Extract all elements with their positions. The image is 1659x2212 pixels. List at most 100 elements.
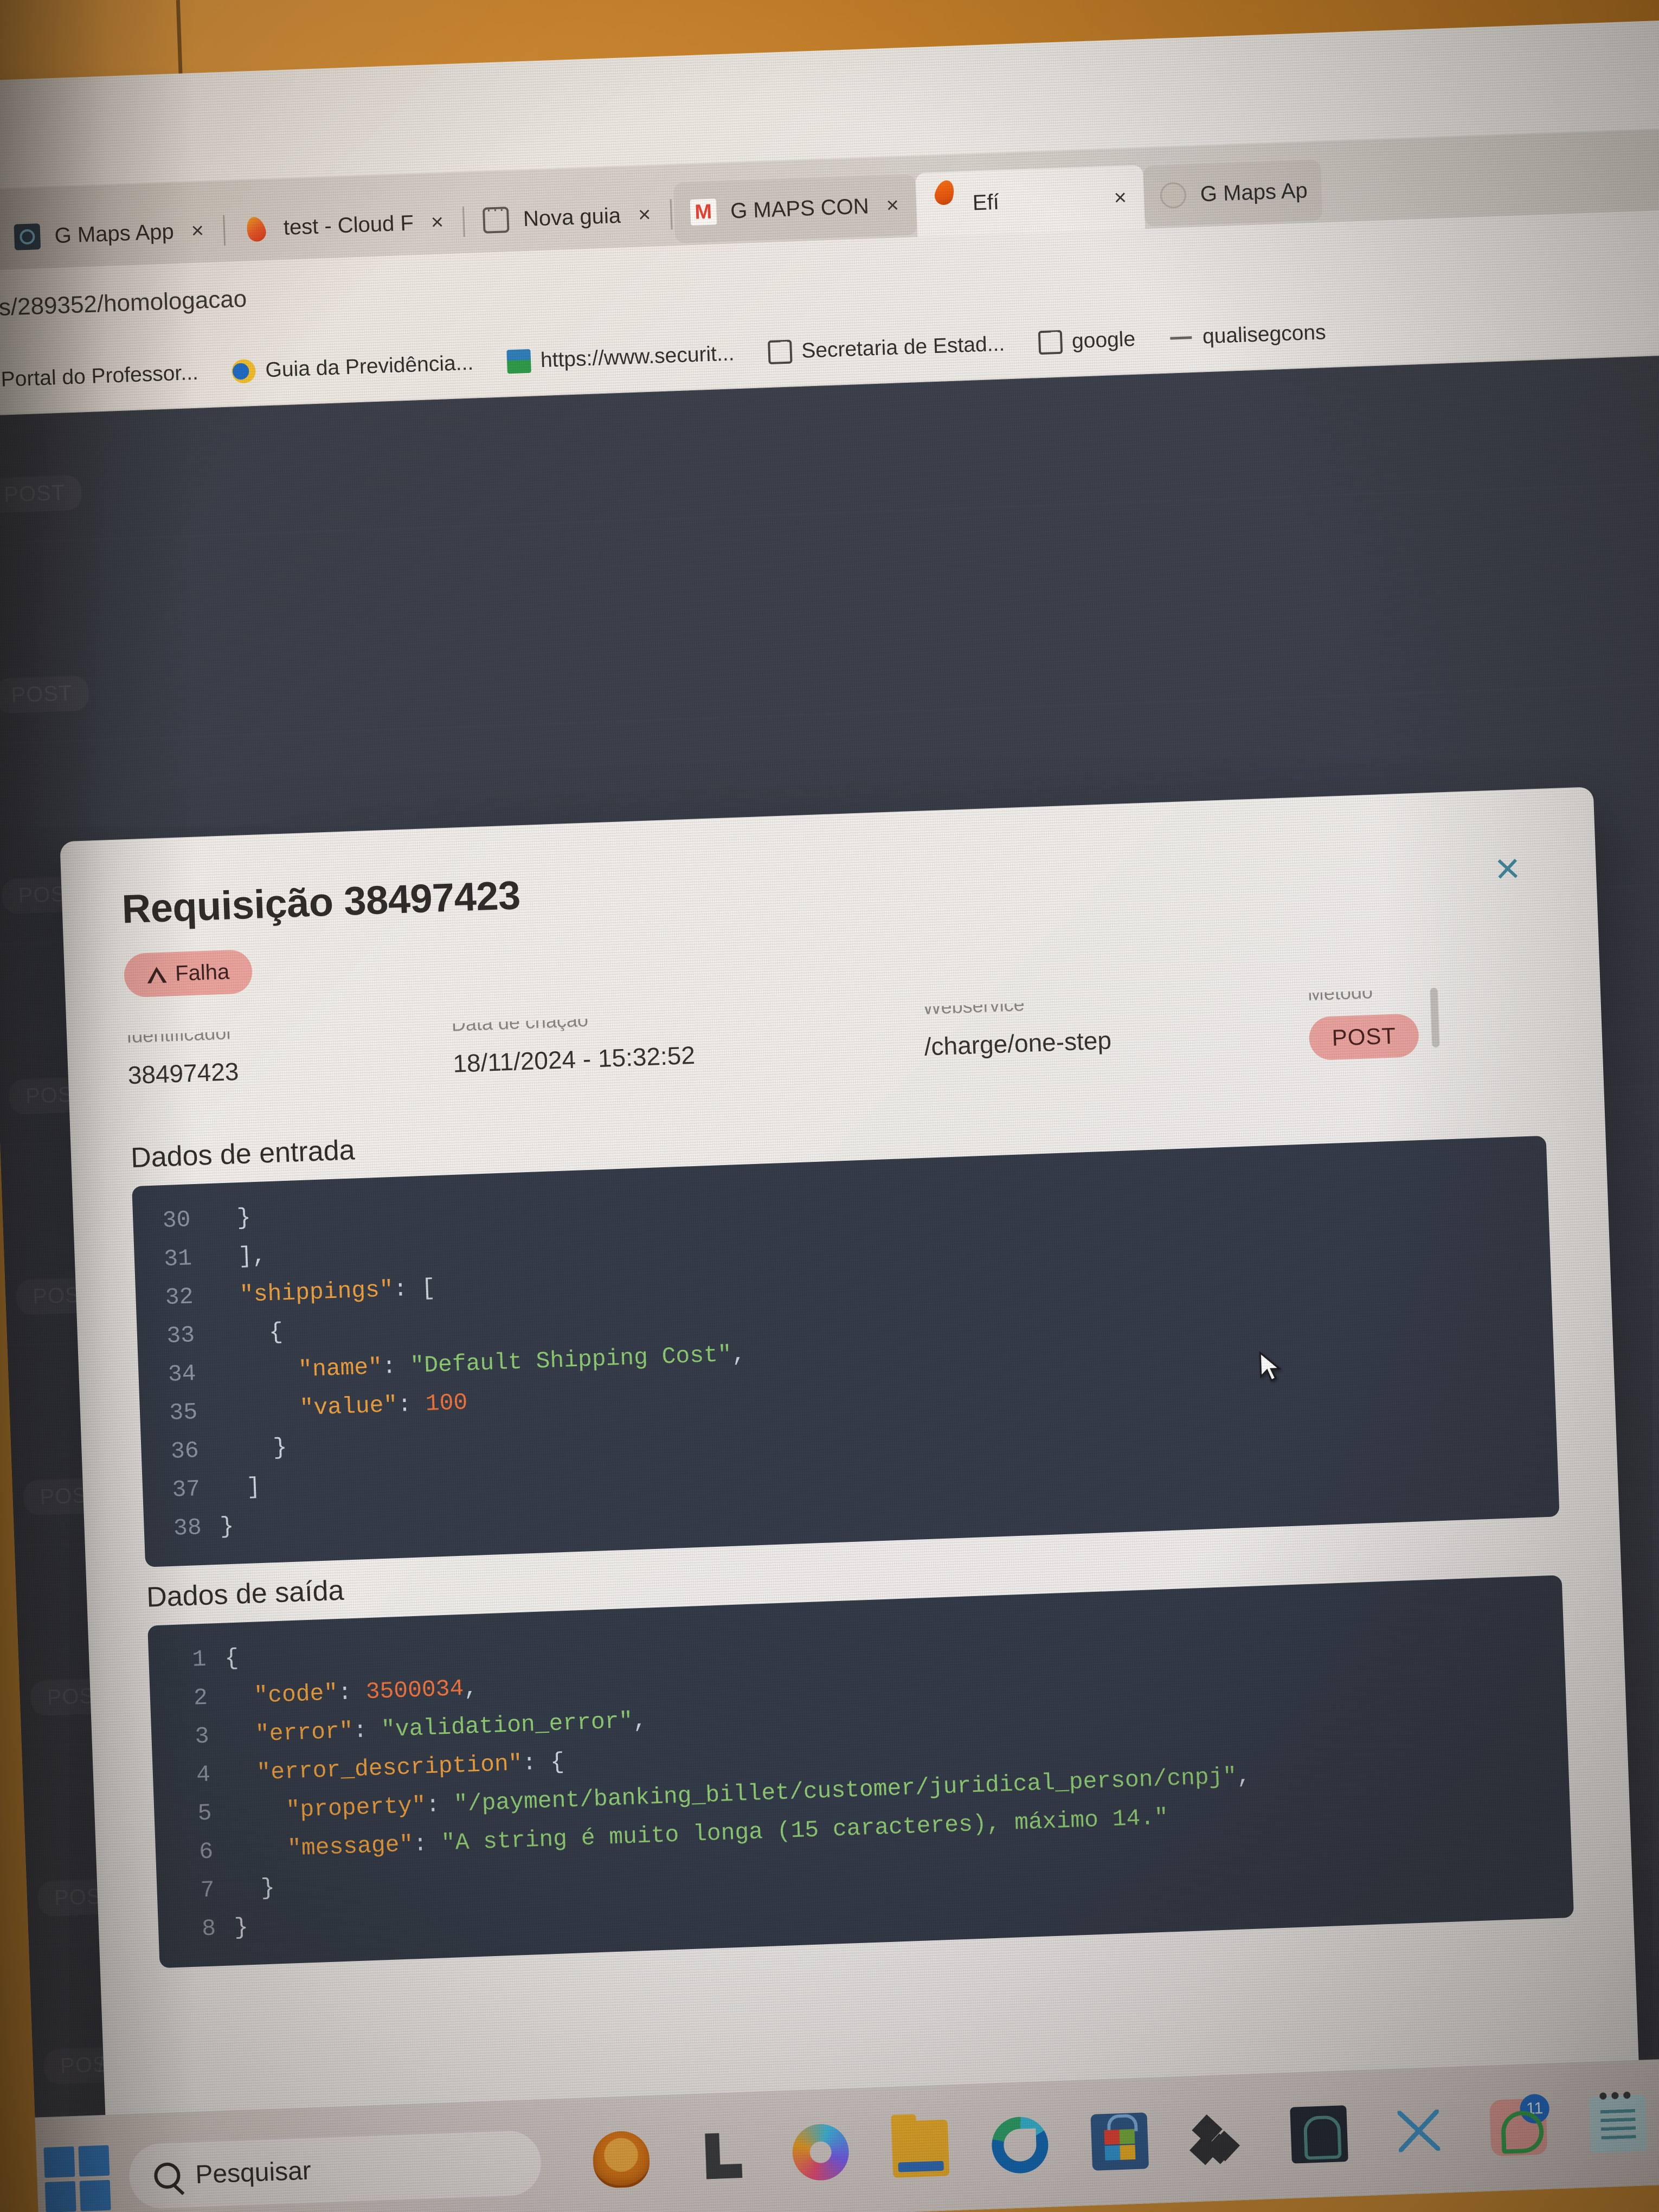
line-number: 7	[200, 1876, 215, 1904]
search-placeholder: Pesquisar	[195, 2156, 312, 2189]
tab-title: G MAPS CON	[730, 194, 870, 223]
browser-tab-test-cloud[interactable]: test - Cloud F ×	[226, 189, 462, 261]
input-code-block[interactable]: 30 } 31 ], 32 "shippings": [33 {34 "name":…	[132, 1135, 1560, 1567]
code-text: "shippings": [	[239, 1275, 436, 1309]
browser-tab-efi[interactable]: Efí ×	[915, 165, 1146, 237]
line-number: 38	[173, 1514, 202, 1542]
tab-title: Efí	[972, 190, 1000, 215]
microsoft-store-icon[interactable]	[1090, 2112, 1149, 2171]
meta-value: 18/11/2024 - 15:32:52	[452, 1040, 696, 1078]
line-number: 31	[163, 1245, 192, 1273]
efi-drop-icon	[243, 228, 269, 229]
warning-triangle-icon	[147, 966, 167, 983]
search-icon	[153, 2162, 181, 2189]
line-number: 6	[198, 1838, 214, 1866]
vscode-icon[interactable]	[1390, 2101, 1448, 2160]
bookmark-label: https://www.securit...	[540, 342, 735, 372]
taskbar-icons: 11	[592, 2093, 1648, 2189]
status-badge: Falha	[123, 949, 253, 998]
tab-title: Nova guia	[523, 203, 621, 231]
code-text: }	[216, 1434, 288, 1463]
gmaps-icon	[14, 223, 41, 250]
output-code-block[interactable]: 1 {2 "code": 3500034, 3 "error": "validati…	[147, 1575, 1574, 1969]
search-input[interactable]: Pesquisar	[128, 2130, 543, 2210]
tab-title: test - Cloud F	[283, 210, 414, 240]
close-icon[interactable]: ×	[1482, 843, 1533, 893]
dropbox-icon[interactable]	[1190, 2109, 1249, 2168]
bookmark-label: Portal do Professor...	[0, 361, 199, 391]
file-explorer-icon[interactable]	[891, 2119, 950, 2178]
photo-of-laptop-screen: × G Maps App × test - Cloud F × Nova gui…	[0, 0, 1659, 2212]
doc-icon	[1038, 330, 1063, 355]
close-icon[interactable]: ×	[427, 210, 447, 235]
line-number: 1	[191, 1645, 207, 1673]
browser-tab-gmaps-con[interactable]: G MAPS CON ×	[673, 174, 917, 244]
efi-drop-icon	[932, 190, 959, 217]
meta-metodo: Método POST	[1307, 979, 1440, 1061]
whatsapp-icon[interactable]: 11	[1489, 2093, 1550, 2157]
bookmark-qualisegcons[interactable]: qualisegcons	[1168, 320, 1326, 350]
browser-tab-gmaps-app[interactable]: G Maps App ×	[0, 198, 222, 270]
bookmark-guia-da-previdencia[interactable]: Guia da Previdência...	[231, 351, 474, 384]
brain-app-icon[interactable]	[592, 2130, 651, 2189]
tab-title: G Maps App	[54, 219, 175, 248]
meta-value: /charge/one-step	[923, 1026, 1112, 1061]
bg-method-badge: POST	[0, 474, 82, 513]
code-text: }	[219, 1513, 235, 1540]
method-badge: POST	[1308, 1013, 1420, 1061]
address-bar-url: oes/289352/homologacao	[0, 285, 247, 322]
code-text: {	[213, 1319, 284, 1348]
close-icon[interactable]: ×	[1110, 185, 1130, 210]
browser-tab-gmaps-ap[interactable]: G Maps Ap	[1142, 159, 1323, 227]
meta-value: 38497423	[127, 1057, 240, 1090]
status-badge-label: Falha	[175, 960, 230, 986]
brazil-icon	[231, 358, 256, 384]
tab-title: G Maps Ap	[1200, 178, 1308, 206]
code-text: "code": 3500034,	[253, 1674, 478, 1709]
bookmark-label: Guia da Previdência...	[265, 351, 474, 382]
close-icon[interactable]: ×	[634, 202, 654, 227]
line-number: 37	[171, 1475, 201, 1503]
notification-badge: 11	[1519, 2093, 1550, 2124]
microsoft-edge-icon[interactable]	[991, 2115, 1050, 2175]
browser-tab-nova-guia[interactable]: Nova guia ×	[466, 182, 669, 253]
bookmark-portal-do-professor[interactable]: Portal do Professor...	[0, 361, 198, 393]
line-number: 5	[197, 1799, 213, 1827]
code-text: }	[232, 1874, 275, 1903]
gmail-icon	[690, 198, 717, 226]
line-number: 34	[168, 1360, 197, 1388]
bookmark-label: Secretaria de Estad...	[801, 332, 1005, 363]
close-icon[interactable]: ×	[883, 193, 903, 218]
line-number: 4	[196, 1761, 211, 1789]
bookmark-securit[interactable]: https://www.securit...	[506, 342, 735, 374]
start-icon[interactable]	[43, 2145, 111, 2212]
meta-identificador: Identificador 38497423	[126, 1021, 239, 1090]
bookmark-google[interactable]: google	[1038, 327, 1136, 355]
copilot-icon[interactable]	[791, 2123, 850, 2182]
line-number: 2	[193, 1684, 208, 1712]
bookmark-label: google	[1071, 327, 1136, 353]
notes-app-icon[interactable]	[1589, 2094, 1648, 2153]
close-icon[interactable]: ×	[188, 218, 208, 243]
bg-table-row: POST	[0, 386, 1659, 544]
tab-separator	[462, 207, 466, 237]
bg-table-row: POST	[0, 587, 1659, 745]
line-number: 30	[162, 1206, 191, 1234]
mouse-cursor-icon	[1259, 1351, 1282, 1382]
meta-label: Método	[1307, 980, 1373, 1005]
code-text: "error_description": {	[256, 1748, 565, 1786]
dark-app-icon[interactable]	[1290, 2105, 1348, 2164]
line-number: 35	[169, 1399, 198, 1426]
tab-separator	[670, 199, 673, 230]
meta-label: Identificador	[126, 1021, 233, 1047]
lightroom-icon[interactable]	[692, 2127, 750, 2185]
security-icon	[506, 349, 531, 374]
dash-icon	[1168, 325, 1193, 350]
code-text: "error": "validation_error",	[255, 1707, 647, 1748]
modal-scrollbar-thumb[interactable]	[1430, 987, 1440, 1048]
meta-label: Webservice	[922, 993, 1025, 1018]
generic-circle-icon	[1160, 182, 1187, 209]
line-number: 36	[170, 1437, 200, 1465]
tab-separator	[222, 215, 226, 246]
bookmark-secretaria-de-estado[interactable]: Secretaria de Estad...	[767, 332, 1005, 365]
